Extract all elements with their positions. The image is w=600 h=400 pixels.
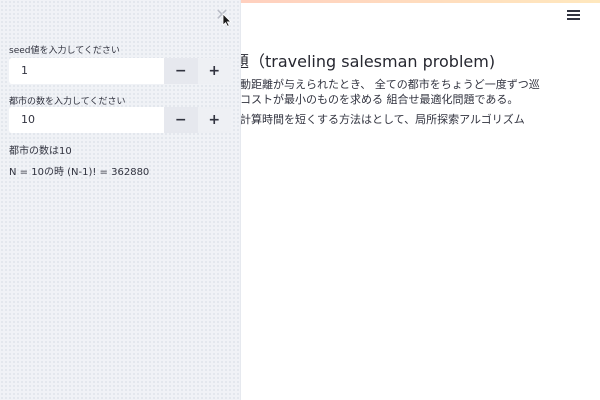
permutation-count-text: N = 10の時 (N-1)! = 362880 <box>9 167 150 178</box>
hamburger-menu-icon[interactable] <box>567 10 580 20</box>
seed-label: seed値を入力してください <box>9 46 120 56</box>
city-count-text: 都市の数は10 <box>9 146 72 157</box>
seed-increment-button[interactable]: + <box>197 58 231 84</box>
city-count-input[interactable]: 10 <box>9 107 164 133</box>
seed-decrement-button[interactable]: − <box>164 58 198 84</box>
description-line-1: 動距離が与えられたとき、 全ての都市をちょうど一度ずつ巡 <box>240 78 540 91</box>
seed-number-input: 1 − + <box>9 58 231 84</box>
seed-input[interactable]: 1 <box>9 58 164 84</box>
description-line-2: コストが最小のものを求める 組合せ最適化問題である。 <box>240 93 519 106</box>
description-line-3: 計算時間を短くする方法はとして、局所探索アルゴリズム <box>240 113 525 126</box>
city-count-label: 都市の数を入力してください <box>9 97 126 107</box>
city-decrement-button[interactable]: − <box>164 107 198 133</box>
menu-bar-3 <box>567 18 580 20</box>
city-number-input: 10 − + <box>9 107 231 133</box>
mouse-cursor-icon <box>222 13 232 27</box>
page-title: 題（traveling salesman problem) <box>233 52 496 71</box>
city-increment-button[interactable]: + <box>197 107 231 133</box>
menu-bar-2 <box>567 14 580 16</box>
sidebar: ✕ seed値を入力してください 1 − + 都市の数を入力してください 10 … <box>0 0 241 400</box>
menu-bar-1 <box>567 10 580 12</box>
